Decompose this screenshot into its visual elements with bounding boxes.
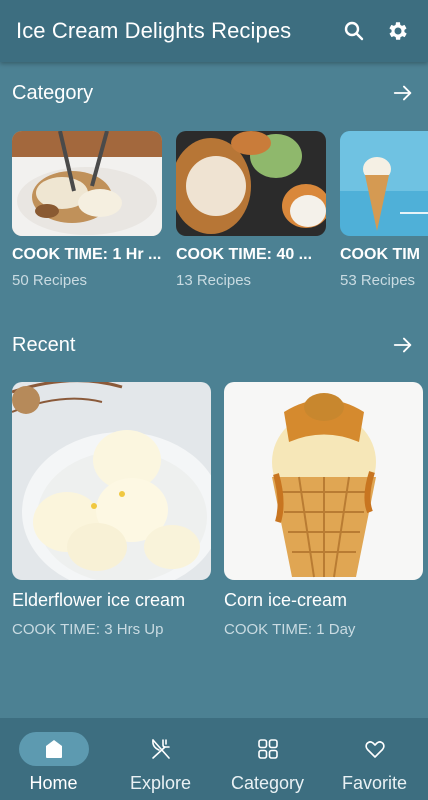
- recent-name: Elderflower ice cream: [12, 590, 186, 610]
- category-name: COOK TIM: [340, 246, 420, 263]
- recent-image: [12, 382, 211, 580]
- nav-label: Category: [230, 773, 305, 793]
- nav-label: Explore: [129, 773, 192, 793]
- category-arrow-icon[interactable]: [388, 78, 418, 108]
- category-card[interactable]: COOK TIME: 1 Hr ... 50 Recipes: [12, 131, 164, 289]
- nav-explore[interactable]: Explore: [107, 718, 214, 800]
- app-title: Ice Cream Delights Recipes: [16, 18, 292, 43]
- category-list: COOK TIME: 1 Hr ... 50 Recipes COOK TIME…: [0, 131, 428, 291]
- bottom-nav: Home Explore Category Favorite: [0, 718, 428, 800]
- category-name: COOK TIME: 40 ...: [176, 246, 313, 263]
- category-count: 13 Recipes: [176, 272, 252, 289]
- recent-title: Recent: [12, 333, 76, 356]
- app-bar: Ice Cream Delights Recipes: [0, 0, 428, 62]
- nav-category[interactable]: Category: [214, 718, 321, 800]
- recent-time: COOK TIME: 3 Hrs Up: [12, 621, 164, 638]
- category-count: 50 Recipes: [12, 272, 88, 289]
- recent-card[interactable]: Corn ice-cream COOK TIME: 1 Day: [224, 382, 423, 638]
- category-image: [340, 131, 428, 236]
- grid-icon: [233, 732, 303, 766]
- recent-image: [224, 382, 423, 580]
- category-header: Category: [12, 78, 418, 108]
- nav-label: Home: [29, 773, 78, 793]
- category-image: [176, 131, 326, 236]
- nav-favorite[interactable]: Favorite: [321, 718, 428, 800]
- category-image: [12, 131, 162, 236]
- category-name: COOK TIME: 1 Hr ...: [12, 246, 162, 263]
- nav-label: Favorite: [341, 773, 408, 793]
- category-card[interactable]: COOK TIME: 40 ... 13 Recipes: [176, 131, 328, 289]
- heart-icon: [340, 732, 410, 766]
- recent-arrow-icon[interactable]: [388, 330, 418, 360]
- recent-header: Recent: [12, 330, 418, 360]
- search-icon[interactable]: [336, 13, 372, 49]
- category-card[interactable]: COOK TIM 53 Recipes: [340, 131, 428, 289]
- home-icon: [18, 732, 89, 766]
- utensils-icon: [126, 732, 196, 766]
- gear-icon[interactable]: [380, 13, 416, 49]
- category-count: 53 Recipes: [340, 272, 416, 289]
- category-title: Category: [12, 81, 94, 104]
- recent-card[interactable]: Elderflower ice cream COOK TIME: 3 Hrs U…: [12, 382, 211, 638]
- recent-name: Corn ice-cream: [224, 590, 348, 610]
- recent-time: COOK TIME: 1 Day: [224, 621, 356, 638]
- nav-home[interactable]: Home: [0, 718, 107, 800]
